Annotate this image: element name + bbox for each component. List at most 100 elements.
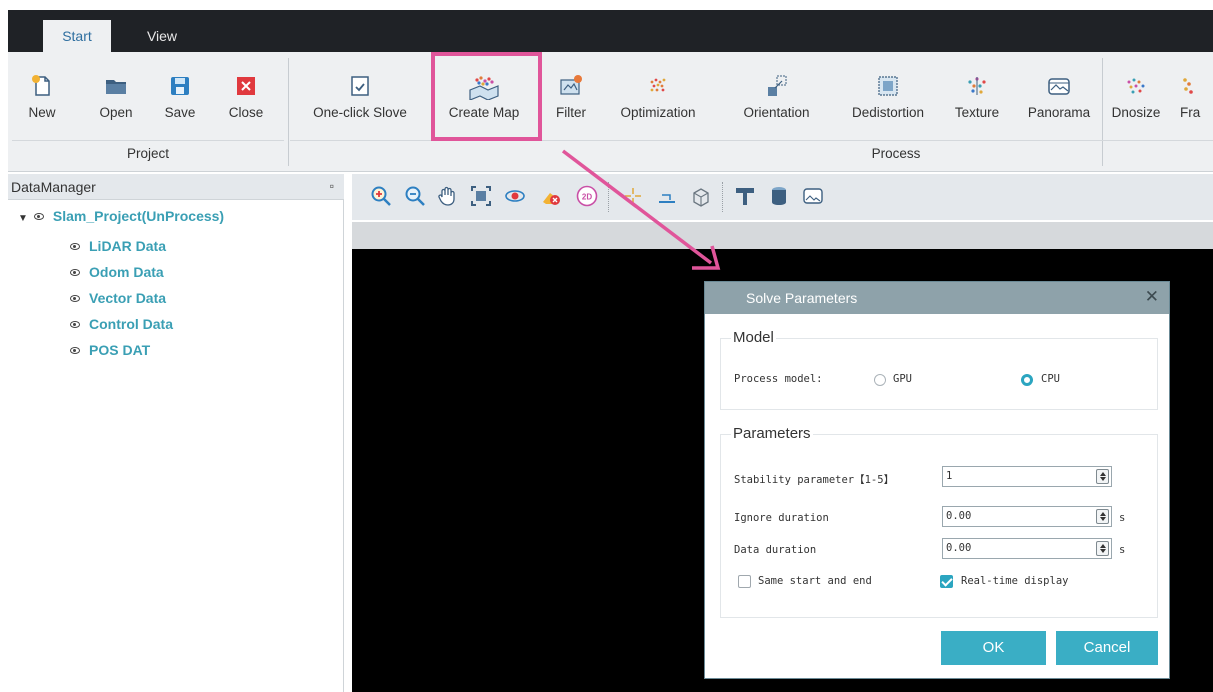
dialog-close-icon[interactable]: ✕ [1145, 287, 1159, 307]
tree-item-lidar-data[interactable]: LiDAR Data [70, 238, 166, 254]
data-duration-spinbox[interactable]: 0.00 [942, 538, 1112, 559]
real-time-display-checkbox[interactable] [940, 575, 953, 588]
dnosize-button[interactable]: Dnosize [1104, 74, 1168, 124]
spin-arrows-icon[interactable] [1096, 469, 1109, 484]
visibility-eye-icon[interactable] [33, 213, 44, 220]
save-label: Save [164, 105, 196, 120]
stability-parameter-spinbox[interactable]: 1 [942, 466, 1112, 487]
clear-icon[interactable] [540, 185, 562, 207]
project-group-divider [12, 140, 284, 141]
orientation-button[interactable]: Orientation [719, 74, 834, 124]
view-2d-icon[interactable]: 2D [576, 185, 598, 207]
fragment-icon [1183, 78, 1193, 94]
save-icon [171, 77, 189, 95]
fra-button[interactable]: Fra [1172, 74, 1212, 124]
close-button[interactable]: Close [222, 74, 270, 124]
parameters-group: Parameters Stability parameter【1-5】 1 Ig… [720, 425, 1158, 618]
gpu-radio[interactable] [874, 374, 886, 386]
visibility-eye-icon[interactable] [70, 243, 80, 250]
new-button[interactable]: New [20, 74, 64, 124]
new-label: New [28, 105, 56, 120]
tree-item-odom-data[interactable]: Odom Data [70, 264, 164, 280]
cpu-option-label: CPU [1041, 373, 1060, 385]
measure-icon[interactable] [656, 185, 678, 207]
process-group-divider [290, 140, 1213, 141]
create-map-icon [469, 76, 499, 100]
process-group-label: Process [871, 146, 921, 161]
filter-label: Filter [556, 105, 586, 120]
ok-button[interactable]: OK [941, 631, 1046, 665]
one-click-slove-label: One-click Slove [313, 105, 407, 120]
tree-item-vector-data[interactable]: Vector Data [70, 290, 166, 306]
optimization-label: Optimization [620, 105, 696, 120]
box-3d-icon[interactable] [690, 185, 712, 207]
optimization-icon [650, 78, 666, 92]
ignore-duration-value: 0.00 [946, 510, 972, 522]
data-duration-unit: s [1119, 544, 1126, 556]
pan-hand-icon[interactable] [436, 185, 458, 207]
tree-item-label: POS DAT [89, 342, 151, 358]
model-group: Model Process model: GPU CPU [720, 329, 1158, 410]
open-button[interactable]: Open [94, 74, 138, 124]
expand-arrow-icon[interactable]: ▼ [18, 213, 28, 224]
tree-item-pos-dat[interactable]: POS DAT [70, 342, 150, 358]
dedistortion-button[interactable]: Dedistortion [832, 74, 944, 124]
cancel-button[interactable]: Cancel [1056, 631, 1158, 665]
visibility-eye-icon[interactable] [70, 347, 80, 354]
svg-text:2D: 2D [582, 193, 592, 202]
project-group-label: Project [126, 146, 170, 161]
same-start-end-checkbox[interactable] [738, 575, 751, 588]
visibility-eye-icon[interactable] [70, 295, 80, 302]
tree-item-label: Odom Data [89, 264, 164, 280]
tab-view[interactable]: View [118, 20, 206, 52]
texture-button[interactable]: Texture [942, 74, 1012, 124]
dialog-title-bar[interactable]: Solve Parameters ✕ [705, 282, 1169, 314]
tree-item-control-data[interactable]: Control Data [70, 316, 173, 332]
dedistortion-label: Dedistortion [851, 105, 925, 120]
visibility-eye-icon[interactable] [70, 321, 80, 328]
point-pick-icon[interactable] [622, 185, 644, 207]
zoom-out-icon[interactable] [404, 185, 426, 207]
solve-parameters-dialog: Solve Parameters ✕ Model Process model: … [704, 281, 1170, 679]
new-file-icon [32, 75, 50, 96]
map-view-header [352, 222, 1213, 249]
filter-button[interactable]: Filter [546, 74, 596, 124]
visibility-eye-icon[interactable] [70, 269, 80, 276]
spin-arrows-icon[interactable] [1096, 541, 1109, 556]
pin-icon[interactable]: ▫ [330, 179, 334, 193]
ribbon-group-separator [288, 58, 289, 166]
panorama-button[interactable]: Panorama [1016, 74, 1102, 124]
dialog-title: Solve Parameters [746, 290, 858, 306]
optimization-button[interactable]: Optimization [598, 74, 718, 124]
parameters-group-title: Parameters [731, 425, 813, 442]
ignore-duration-label: Ignore duration [734, 512, 829, 524]
fit-extent-icon[interactable] [470, 185, 492, 207]
create-map-button[interactable]: Create Map [431, 74, 537, 124]
cpu-radio[interactable] [1021, 374, 1033, 386]
model-group-title: Model [731, 329, 776, 346]
ribbon-inner-separator [1102, 58, 1103, 166]
dedistortion-icon [878, 76, 898, 96]
open-label: Open [99, 105, 133, 120]
zoom-in-icon[interactable] [370, 185, 392, 207]
toolbar-separator [608, 182, 609, 212]
ignore-duration-spinbox[interactable]: 0.00 [942, 506, 1112, 527]
panorama-view-icon[interactable] [802, 185, 824, 207]
save-button[interactable]: Save [158, 74, 202, 124]
rotate-icon[interactable] [504, 185, 526, 207]
close-icon [237, 77, 255, 95]
tab-start[interactable]: Start [43, 20, 111, 52]
spin-arrows-icon[interactable] [1096, 509, 1109, 524]
stability-parameter-value: 1 [946, 470, 953, 482]
real-time-display-label: Real-time display [961, 575, 1069, 587]
data-manager-title: DataManager [11, 179, 96, 195]
cylinder-icon[interactable] [768, 185, 790, 207]
texture-icon [968, 77, 986, 95]
ribbon-tab-bar: Start View [8, 10, 1213, 52]
tree-item-label: Control Data [89, 316, 173, 332]
create-map-label: Create Map [448, 105, 520, 120]
profile-icon[interactable] [734, 185, 756, 207]
close-label: Close [228, 105, 264, 120]
one-click-slove-button[interactable]: One-click Slove [294, 74, 426, 124]
tree-root-project[interactable]: ▼ Slam_Project(UnProcess) [18, 208, 224, 224]
